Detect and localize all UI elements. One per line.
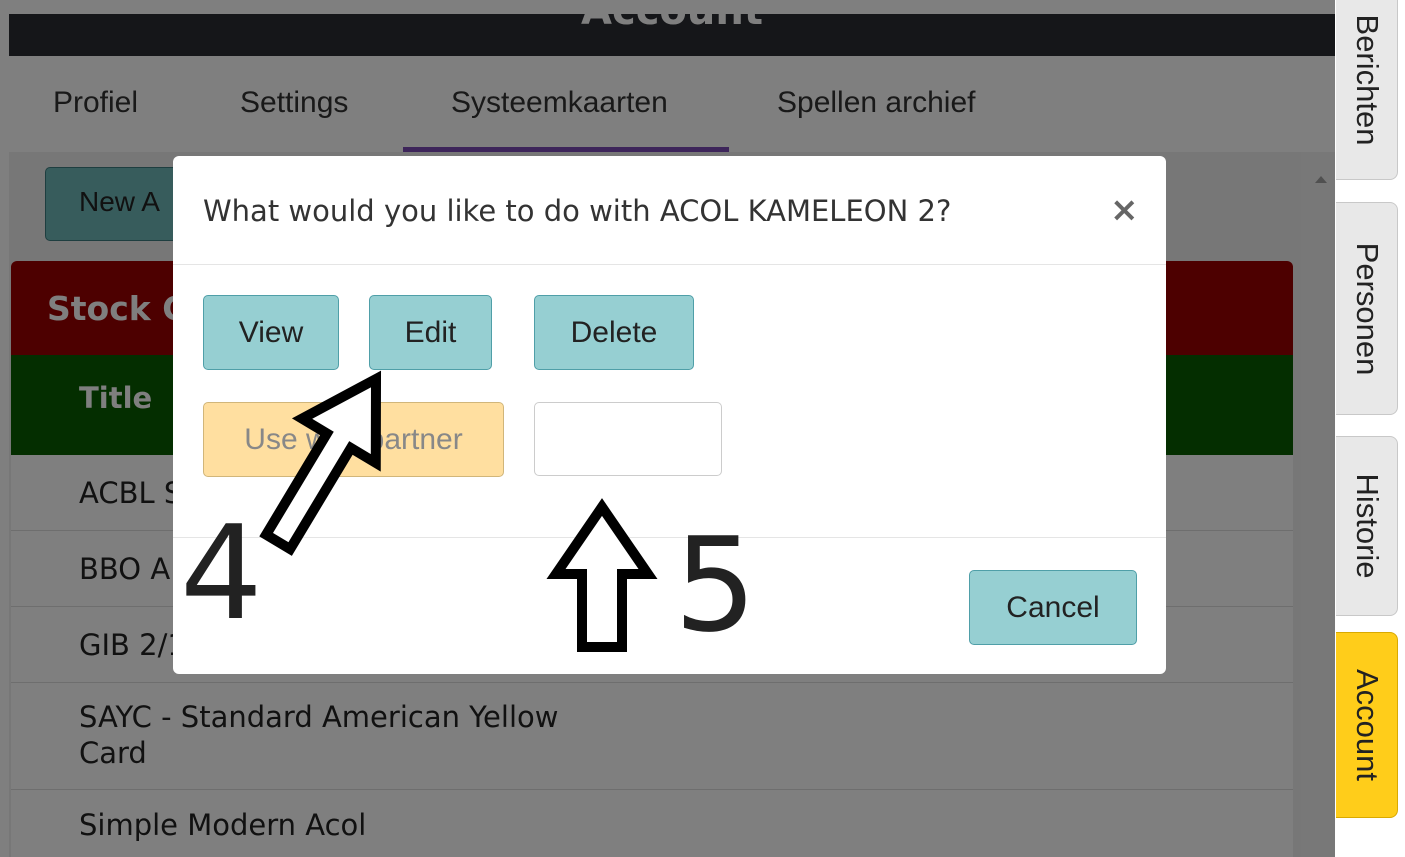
side-tab-label: Berichten	[1349, 14, 1385, 146]
annotation-arrow-5-icon	[546, 498, 658, 652]
annotation-layer	[259, 370, 658, 652]
side-tab-berichten[interactable]: Berichten	[1336, 0, 1398, 180]
annotation-label-5: 5	[674, 509, 757, 661]
side-tab-label: Historie	[1349, 473, 1385, 579]
side-tab-label: Personen	[1349, 242, 1385, 375]
annotation-arrow-4-icon	[259, 370, 382, 556]
side-tab-account[interactable]: Account	[1336, 632, 1398, 818]
side-tab-historie[interactable]: Historie	[1336, 436, 1398, 616]
side-tab-label: Account	[1349, 668, 1385, 782]
annotation-label-4: 4	[180, 497, 263, 649]
side-tab-personen[interactable]: Personen	[1336, 202, 1398, 415]
app-root: Account Profiel Settings Systeemkaarten …	[0, 0, 1405, 857]
